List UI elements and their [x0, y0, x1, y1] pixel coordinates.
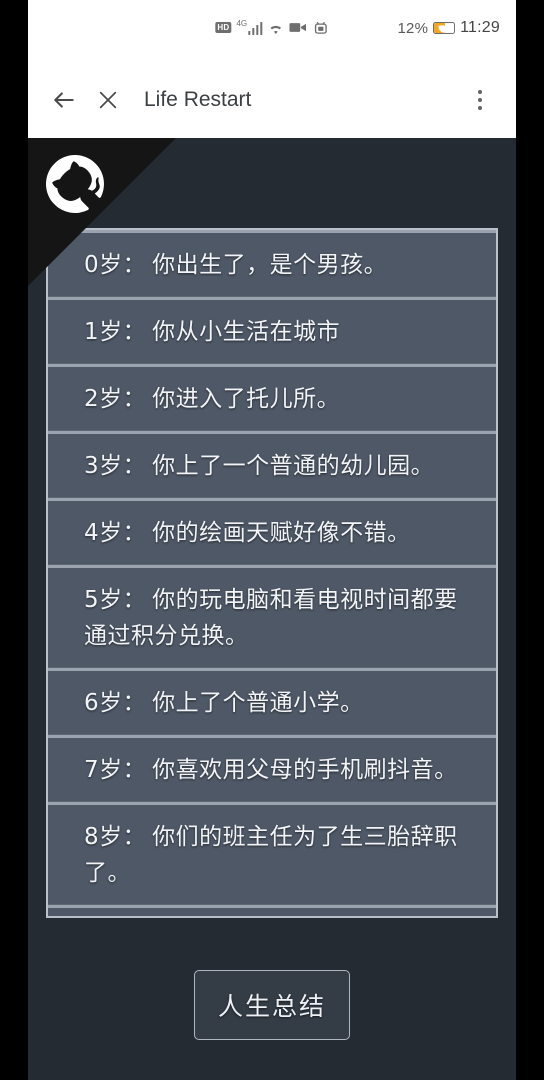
life-event-description: 你上了一个普通的幼儿园。	[152, 453, 435, 479]
life-event-age: 2岁：	[84, 386, 147, 412]
life-event-row: 6岁： 你上了个普通小学。	[48, 671, 496, 738]
life-event-description: 你从小生活在城市	[152, 319, 341, 345]
game-content: 0岁： 你出生了，是个男孩。 1岁： 你从小生活在城市 2岁： 你进入了托儿所。 3岁： 你上…	[28, 138, 516, 1080]
life-events-list: 0岁： 你出生了，是个男孩。 1岁： 你从小生活在城市 2岁： 你进入了托儿所。 3岁： 你上…	[48, 230, 496, 916]
clock-label: 11:29	[460, 19, 500, 36]
github-corner-link[interactable]	[28, 138, 176, 286]
app-viewport: HD 4G 12% 11:29 Life Restart 0岁： 你出生了，是个…	[28, 0, 516, 1080]
life-event-description: 你进入了托儿所。	[152, 386, 341, 412]
life-event-text: 5岁： 你的玩电脑和看电视时间都要通过积分兑换。	[84, 582, 474, 654]
life-event-age: 4岁：	[84, 520, 147, 546]
life-event-text: 8岁： 你们的班主任为了生三胎辞职了。	[84, 819, 474, 891]
battery-percent-label: 12%	[397, 19, 429, 37]
status-bar: HD 4G 12% 11:29	[28, 0, 516, 62]
browser-toolbar: Life Restart	[28, 62, 516, 138]
life-event-age: 6岁：	[84, 690, 147, 716]
life-event-text: 6岁： 你上了个普通小学。	[84, 685, 474, 721]
life-events-panel[interactable]: 0岁： 你出生了，是个男孩。 1岁： 你从小生活在城市 2岁： 你进入了托儿所。 3岁： 你上…	[46, 228, 498, 918]
close-icon[interactable]	[86, 78, 130, 122]
status-bar-icons: HD 4G	[215, 20, 328, 35]
summary-button[interactable]: 人生总结	[194, 970, 350, 1040]
life-event-text: 3岁： 你上了一个普通的幼儿园。	[84, 448, 474, 484]
life-event-description: 你出生了，是个男孩。	[152, 252, 388, 278]
overflow-menu-icon[interactable]	[458, 78, 502, 122]
life-event-text: 2岁： 你进入了托儿所。	[84, 381, 474, 417]
status-bar-right: 12% 11:29	[398, 19, 500, 37]
life-event-row: 5岁： 你的玩电脑和看电视时间都要通过积分兑换。	[48, 568, 496, 671]
video-camera-icon	[289, 23, 307, 32]
life-event-row: 9岁：你需要上大量课外班，压力	[48, 908, 496, 916]
signal-bars-icon	[248, 22, 263, 35]
life-event-age: 8岁：	[84, 824, 147, 850]
life-event-age: 1岁：	[84, 319, 147, 345]
wifi-icon	[271, 25, 282, 34]
life-event-text: 1岁： 你从小生活在城市	[84, 314, 474, 350]
tv-icon	[315, 21, 328, 34]
life-event-row: 2岁： 你进入了托儿所。	[48, 367, 496, 434]
page-title: Life Restart	[144, 88, 252, 111]
life-event-row: 3岁： 你上了一个普通的幼儿园。	[48, 434, 496, 501]
life-event-text: 7岁： 你喜欢用父母的手机刷抖音。	[84, 752, 474, 788]
corner-ribbon	[28, 138, 176, 286]
back-arrow-icon[interactable]	[42, 78, 86, 122]
life-event-text: 4岁： 你的绘画天赋好像不错。	[84, 515, 474, 551]
life-event-age: 7岁：	[84, 757, 147, 783]
signal-icon: 4G	[236, 20, 263, 35]
life-event-description: 你喜欢用父母的手机刷抖音。	[152, 757, 458, 783]
life-event-row: 1岁： 你从小生活在城市	[48, 300, 496, 367]
life-event-row: 8岁： 你们的班主任为了生三胎辞职了。	[48, 805, 496, 908]
battery-icon	[433, 22, 456, 34]
life-event-row: 4岁： 你的绘画天赋好像不错。	[48, 501, 496, 568]
life-event-description: 你的绘画天赋好像不错。	[152, 520, 411, 546]
life-event-row: 7岁： 你喜欢用父母的手机刷抖音。	[48, 738, 496, 805]
life-event-description: 你上了个普通小学。	[152, 690, 364, 716]
phone-screen: HD 4G 12% 11:29 Life Restart 0岁： 你出生了，是个…	[0, 0, 544, 1080]
life-event-age: 5岁：	[84, 587, 147, 613]
hd-icon: HD	[215, 22, 232, 33]
life-event-age: 3岁：	[84, 453, 147, 479]
